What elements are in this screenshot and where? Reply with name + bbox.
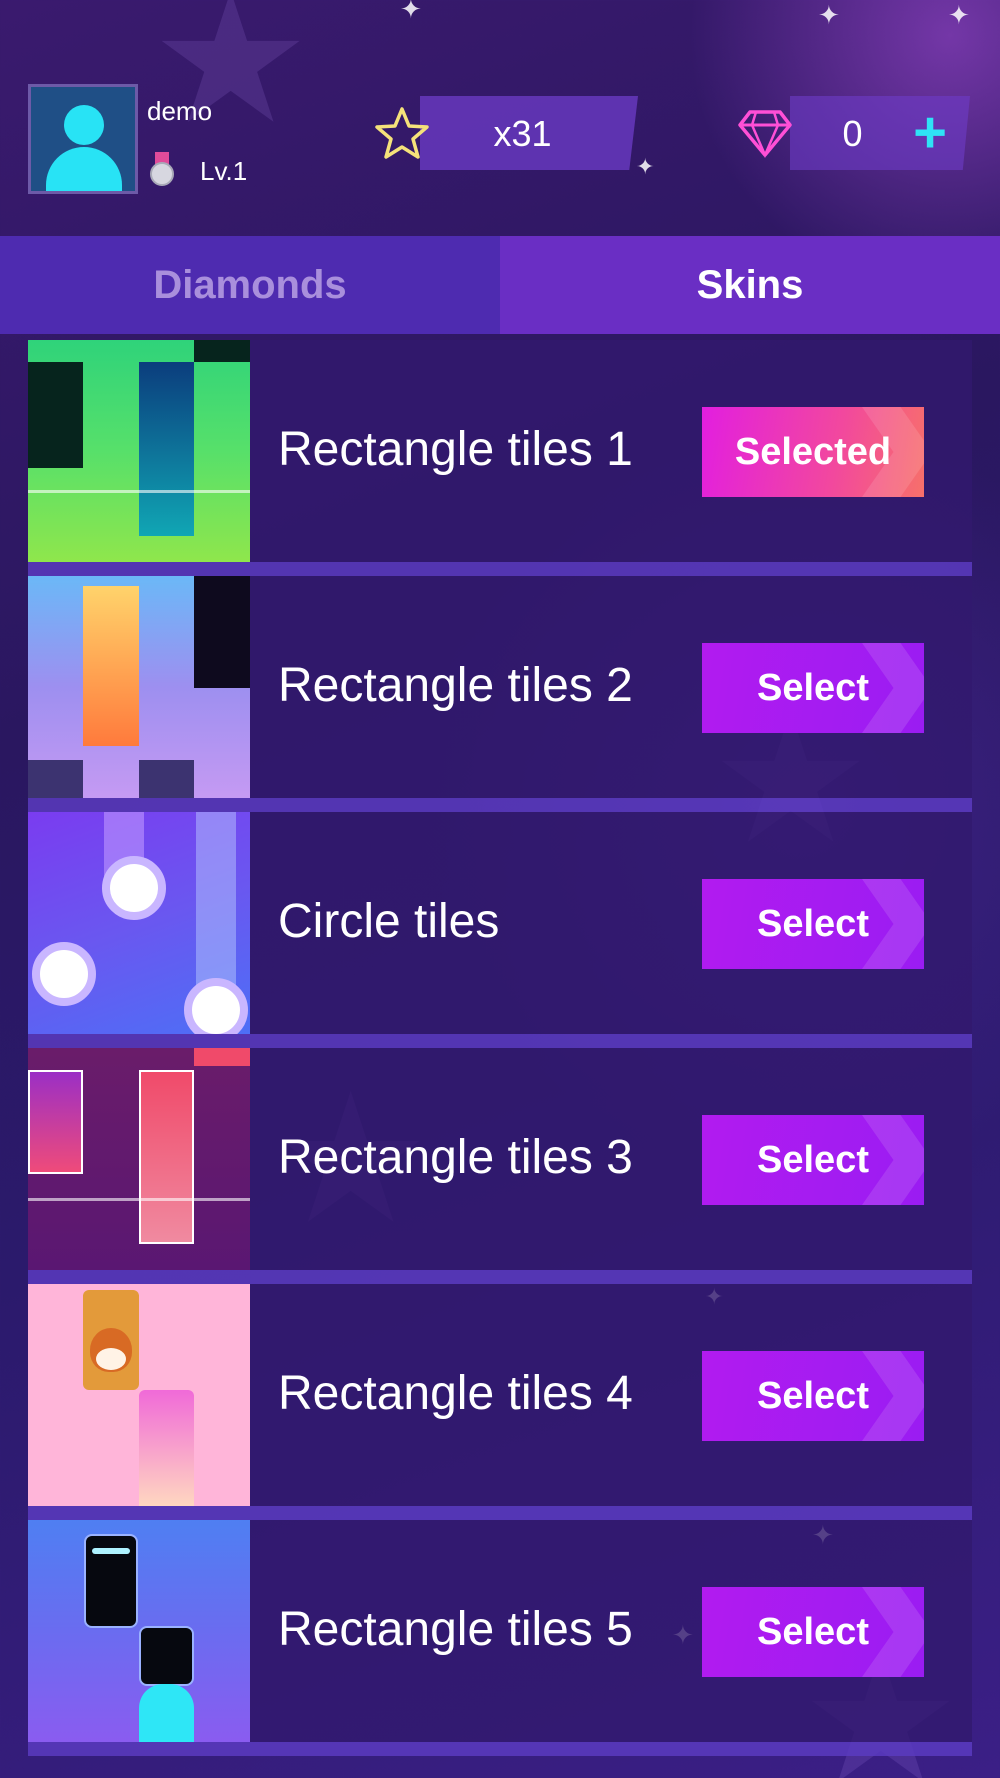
- add-diamonds-button[interactable]: +: [908, 104, 952, 162]
- preview-tile: [139, 1390, 194, 1506]
- tab-bar: Diamonds Skins: [0, 236, 1000, 334]
- list-item: Rectangle tiles 3 Select: [28, 1048, 972, 1284]
- preview-tile: [139, 1684, 194, 1742]
- preview-trail: [196, 812, 236, 992]
- skin-preview-image: [28, 812, 250, 1034]
- preview-tile: [139, 362, 194, 536]
- preview-hit-line: [28, 490, 250, 493]
- tab-diamonds[interactable]: Diamonds: [0, 236, 500, 334]
- skin-title: Rectangle tiles 4: [278, 1367, 633, 1420]
- skin-preview-image: [28, 1284, 250, 1506]
- skin-title: Circle tiles: [278, 895, 500, 948]
- avatar-body: [46, 147, 122, 191]
- list-item: Rectangle tiles 5 Select: [28, 1520, 972, 1756]
- chevron-icon: [862, 1115, 924, 1205]
- chevron-icon: [862, 1587, 924, 1677]
- list-item: Rectangle tiles 4 Select: [28, 1284, 972, 1520]
- list-item: Rectangle tiles 2 Select: [28, 576, 972, 812]
- button-label: Select: [757, 902, 869, 945]
- select-button[interactable]: Select: [702, 879, 924, 969]
- diamond-icon: [738, 110, 792, 158]
- shiba-face: [96, 1348, 126, 1370]
- preview-tile: [83, 586, 139, 746]
- medal-coin: [150, 162, 174, 186]
- skin-title: Rectangle tiles 3: [278, 1131, 633, 1184]
- list-item: Circle tiles Select: [28, 812, 972, 1048]
- select-button[interactable]: Select: [702, 1587, 924, 1677]
- preview-tile-glow: [92, 1548, 130, 1554]
- diamond-count: 0: [842, 113, 863, 154]
- preview-tile: [194, 340, 250, 362]
- user-avatar-icon[interactable]: [28, 84, 138, 194]
- username: demo: [147, 96, 213, 126]
- skin-preview-image: [28, 576, 250, 798]
- preview-tile: [28, 1070, 83, 1174]
- chevron-icon: [862, 1351, 924, 1441]
- preview-tile: [139, 1070, 194, 1244]
- star-count: x31: [493, 113, 552, 154]
- skin-title: Rectangle tiles 5: [278, 1603, 633, 1656]
- player-level: Lv.1: [200, 156, 248, 186]
- skin-preview-image: [28, 1048, 250, 1270]
- chevron-icon: [862, 879, 924, 969]
- select-button[interactable]: Select: [702, 643, 924, 733]
- profile-header: demo Lv.1 x31 0 +: [0, 0, 1000, 236]
- select-button[interactable]: Select: [702, 1351, 924, 1441]
- button-label: Select: [757, 1138, 869, 1181]
- button-label: Select: [757, 1374, 869, 1417]
- skin-title: Rectangle tiles 2: [278, 659, 633, 712]
- skin-preview-image: [28, 340, 250, 562]
- preview-tile: [28, 760, 83, 798]
- skin-preview-image: [28, 1520, 250, 1742]
- tab-skins[interactable]: Skins: [500, 236, 1000, 334]
- preview-circle: [32, 942, 96, 1006]
- select-button[interactable]: Select: [702, 1115, 924, 1205]
- button-label: Select: [757, 1610, 869, 1653]
- chevron-icon: [862, 643, 924, 733]
- avatar-head: [64, 105, 104, 145]
- preview-circle: [184, 978, 248, 1034]
- preview-hit-line: [28, 1198, 250, 1201]
- button-label: Selected: [734, 430, 892, 473]
- list-item: Rectangle tiles 1 Selected: [28, 340, 972, 576]
- preview-circle: [102, 856, 166, 920]
- preview-tile: [194, 576, 250, 688]
- selected-button[interactable]: Selected: [702, 407, 924, 497]
- preview-tile: [194, 1048, 250, 1066]
- preview-tile: [28, 362, 83, 468]
- button-label: Select: [757, 666, 869, 709]
- skin-title: Rectangle tiles 1: [278, 423, 633, 476]
- medal-icon: [148, 152, 176, 188]
- preview-tile: [139, 1626, 194, 1686]
- preview-tile: [139, 760, 194, 798]
